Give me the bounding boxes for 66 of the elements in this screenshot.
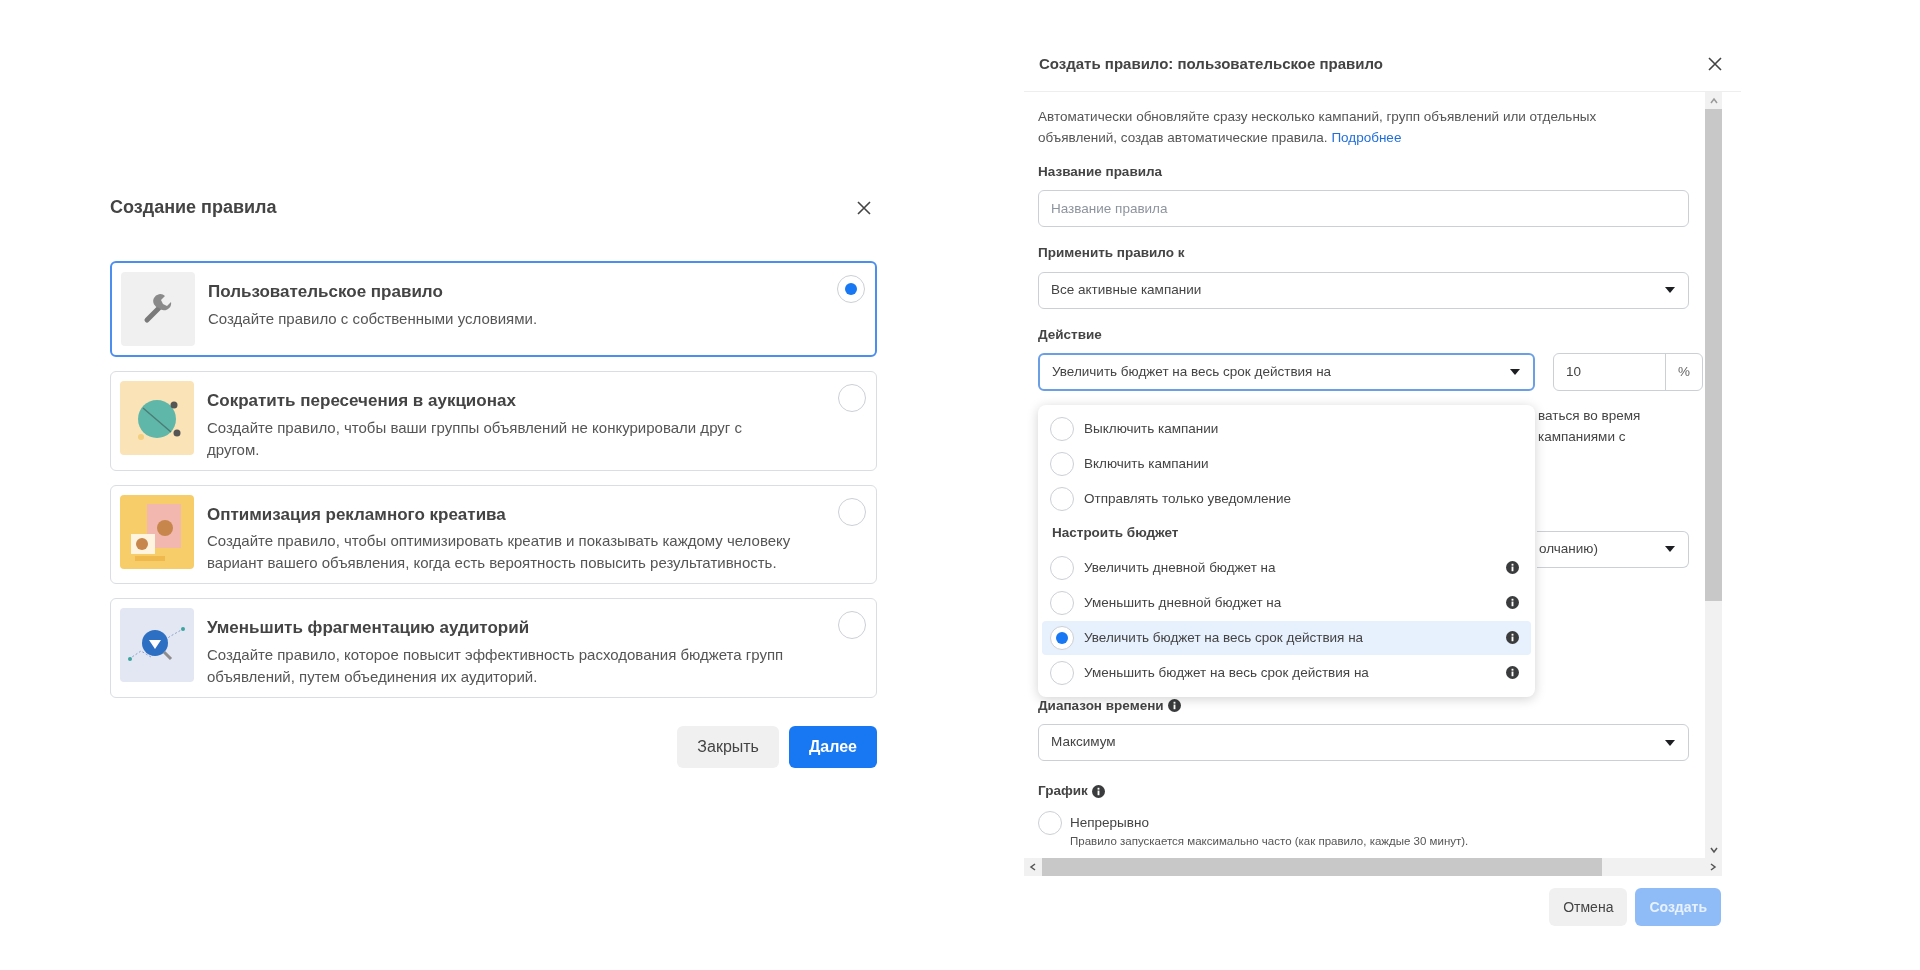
field-label: Диапазон времени <box>1038 696 1164 715</box>
radio-label: Непрерывно <box>1070 814 1150 833</box>
option-description: Создайте правило, чтобы ваши группы объявлений не конкурировали друг с другом. <box>207 417 743 460</box>
radio-empty[interactable] <box>1050 486 1074 511</box>
dialog-title: Создание правила <box>110 196 277 219</box>
secondary-button[interactable]: Закрыть <box>677 725 779 768</box>
menu-heading: Настроить бюджет <box>1051 524 1180 543</box>
caret-icon <box>1664 286 1676 294</box>
rule-option-card[interactable]: Пользовательское правило Создайте правило с собственными условиями. <box>110 261 877 357</box>
caret-icon <box>1664 738 1676 747</box>
rule-name-input[interactable]: Название правила <box>1038 190 1689 228</box>
radio-empty[interactable] <box>838 611 866 639</box>
menu-option[interactable]: Включить кампании <box>1042 446 1531 481</box>
radio-empty[interactable] <box>838 384 866 412</box>
radio-empty[interactable] <box>1050 416 1074 441</box>
caret-icon <box>1509 367 1521 376</box>
chevron-right-icon[interactable] <box>1708 862 1718 872</box>
menu-option[interactable]: Отправлять только уведомление <box>1042 481 1531 516</box>
menu-option[interactable]: Выключить кампании <box>1042 411 1531 446</box>
option-description: Создайте правило, которое повысит эффективность расходования бюджета групп объявлений, путем объединения их аудиторий. <box>207 644 785 687</box>
radio-selected[interactable] <box>837 275 865 303</box>
partly-covered-text: ваться во время <box>1538 406 1642 425</box>
secondary-button[interactable]: Отмена <box>1549 888 1628 926</box>
partly-covered-text: кампаниями с <box>1538 427 1627 446</box>
radio-empty[interactable] <box>1038 811 1062 836</box>
option-title: Уменьшить фрагментацию аудиторий <box>207 617 531 639</box>
menu-option[interactable]: Уменьшить бюджет на весь срок действия на <box>1042 655 1531 690</box>
horizontal-scrollbar[interactable] <box>1024 858 1722 876</box>
radio-empty[interactable] <box>838 497 866 526</box>
option-description: Создайте правило с собственными условиями. <box>208 308 539 329</box>
menu-option[interactable]: Увеличить дневной бюджет на <box>1042 550 1531 585</box>
apply-to-select[interactable]: Все активные кампании <box>1038 271 1689 309</box>
close-icon[interactable] <box>856 199 872 216</box>
menu-option[interactable]: Уменьшить дневной бюджет на <box>1042 585 1531 620</box>
option-title: Оптимизация рекламного креатива <box>207 503 507 526</box>
field-label: Действие <box>1038 325 1103 344</box>
option-description: Создайте правило, чтобы оптимизировать креатив и показывать каждому человеку вариант вашего объявления, когда есть вероятность повысить результативность. <box>207 531 792 573</box>
amount-value[interactable]: 10 <box>1554 361 1665 382</box>
chevron-up-icon[interactable] <box>1708 95 1719 106</box>
radio-empty[interactable] <box>1050 660 1074 685</box>
radio-empty[interactable] <box>1050 451 1074 476</box>
radio-empty[interactable] <box>1050 590 1074 615</box>
menu-option[interactable]: Увеличить бюджет на весь срок действия на <box>1042 620 1531 655</box>
chevron-left-icon[interactable] <box>1028 862 1038 872</box>
covered-select[interactable]: олчанию) <box>1537 530 1689 568</box>
primary-button[interactable]: Далее <box>788 725 877 768</box>
unit-label: % <box>1665 353 1702 390</box>
radio-selected[interactable] <box>1050 625 1074 650</box>
learn-more-link[interactable]: Подробнее <box>1331 130 1402 145</box>
intro-text: Автоматически обновляйте сразу несколько кампаний, групп объявлений или отдельных объявлений, создав автоматические правила. Подробнее <box>1038 108 1598 147</box>
radio-empty[interactable] <box>1050 555 1074 580</box>
field-label: Название правила <box>1038 163 1164 181</box>
action-select[interactable]: Увеличить бюджет на весь срок действия на <box>1038 352 1535 391</box>
rule-option-card[interactable]: Уменьшить фрагментацию аудиторий Создайте правило, которое повысит эффективность расходования бюджета групп объявлений, путем объединения их аудиторий. <box>110 598 877 698</box>
option-title: Пользовательское правило <box>208 281 444 303</box>
caret-icon <box>1664 545 1676 554</box>
rule-option-card[interactable]: Оптимизация рекламного креатива Создайте правило, чтобы оптимизировать креатив и показывать каждому человеку вариант вашего объявления, когда есть вероятность повысить результативность. <box>110 484 877 584</box>
dialog-title: Создать правило: пользовательское правило <box>1039 53 1383 74</box>
field-label: График <box>1038 782 1088 800</box>
field-label: Применить правило к <box>1038 244 1186 263</box>
time-range-select[interactable]: Максимум <box>1038 724 1689 761</box>
radio-description: Правило запускается максимально часто (как правило, каждые 30 минут). <box>1070 834 1469 850</box>
vertical-scrollbar[interactable] <box>1705 92 1722 858</box>
close-icon[interactable] <box>1707 56 1723 72</box>
rule-option-card[interactable]: Сократить пересечения в аукционах Создайте правило, чтобы ваши группы объявлений не конкурировали друг с другом. <box>110 371 877 471</box>
option-title: Сократить пересечения в аукционах <box>207 390 517 412</box>
